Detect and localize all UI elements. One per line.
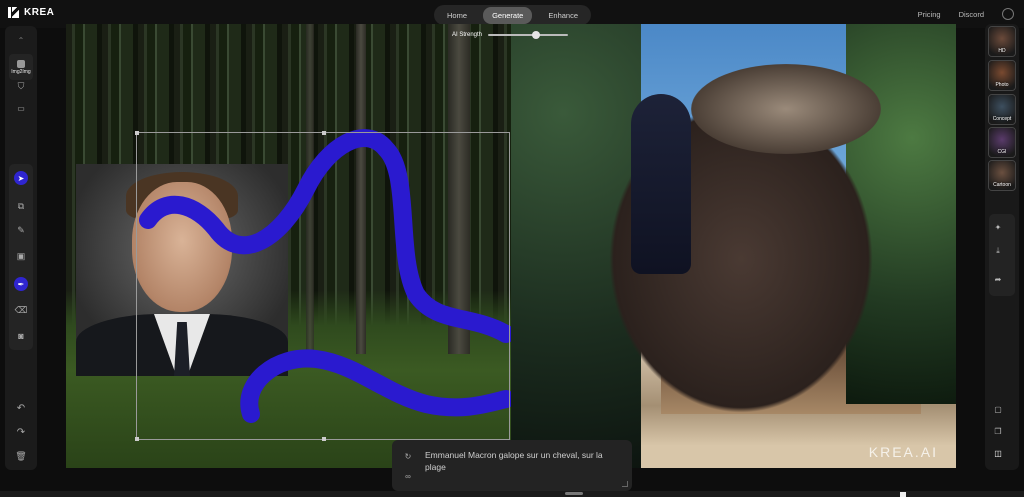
style-label: HD [998,48,1006,54]
ai-strength-slider[interactable] [488,31,569,39]
layout-split-button[interactable]: ◫ [993,448,1003,458]
bottom-bar [0,491,1024,497]
user-avatar[interactable] [1002,8,1014,20]
ai-strength-control: AI Strength [452,29,569,41]
brush-icon: ✎ [17,224,25,235]
app-logo[interactable]: KREA [8,7,54,18]
selection-handle[interactable] [135,131,139,135]
split-view-icon: ◫ [994,448,1002,458]
square-frame-icon: ▢ [994,404,1002,414]
video-tool-button[interactable]: ▭ [9,98,33,118]
ai-strength-slider-thumb[interactable] [532,31,541,39]
armored-rider [631,94,691,274]
scroll-indicator[interactable] [565,492,583,495]
selection-handle[interactable] [135,437,139,441]
prompt-box: ↻ ∞ Emmanuel Macron galope sur un cheval… [392,440,632,491]
upscale-button[interactable]: ✦ [993,222,1003,232]
redo-button[interactable]: ↷ [9,422,33,442]
krea-logo-icon [8,7,19,18]
shield-icon: ⛉ [17,80,25,91]
pricing-link[interactable]: Pricing [918,10,941,19]
undo-button[interactable]: ↶ [9,398,33,418]
right-style-panel: HD Photo Concept CGI Cartoon ✦ ⤓ ➦ ▢ ❐ ◫ [985,24,1019,470]
selection-box[interactable] [135,131,510,441]
delete-button[interactable]: 🗑 [9,446,33,466]
sparkle-icon: ✦ [994,222,1002,232]
style-hd[interactable]: HD [988,26,1016,57]
shield-tool-button[interactable]: ⛉ [9,76,33,96]
image-icon [17,59,25,68]
select-tool-button[interactable]: ➤ [9,168,33,188]
collapse-toolbar-button[interactable]: ⌃ [9,30,33,50]
resize-handle-icon[interactable] [622,481,628,487]
pen-tool-button[interactable]: ✒ [9,274,33,294]
tab-enhance[interactable]: Enhance [539,7,587,24]
cursor-arrow-icon: ➤ [14,171,28,185]
video-camera-icon: ▭ [17,103,25,113]
share-button[interactable]: ➦ [993,274,1003,284]
download-icon: ⤓ [996,246,1000,255]
chevron-up-icon: ⌃ [17,35,25,45]
style-label: CGI [997,149,1007,155]
picture-icon: ▣ [16,250,26,261]
style-concept[interactable]: Concept [988,94,1016,125]
layout-stack-button[interactable]: ❐ [993,426,1003,436]
ai-strength-label: AI Strength [452,32,483,38]
eraser-tool-button[interactable]: ⌫ [9,300,33,320]
tab-home[interactable]: Home [438,7,476,24]
style-photo[interactable]: Photo [988,60,1016,91]
style-label: Concept [992,116,1012,122]
share-icon: ➦ [994,274,1002,284]
download-button[interactable]: ⤓ [993,246,1003,256]
camera-tool-button[interactable]: ◙ [9,326,33,346]
mode-tabs: Home Generate Enhance [434,5,591,25]
img2img-label: Img2Img [11,68,31,75]
selection-handle[interactable] [322,131,326,135]
layout-single-button[interactable]: ▢ [993,404,1003,414]
style-label: Photo [995,82,1009,88]
style-cgi[interactable]: CGI [988,127,1016,158]
shapes-tool-button[interactable]: ⧉ [9,196,33,216]
tab-generate[interactable]: Generate [483,6,533,24]
link-icon[interactable]: ∞ [403,471,413,481]
discord-link[interactable]: Discord [959,10,984,19]
app-name: KREA [24,7,55,18]
bottom-marker [900,492,906,497]
canvas[interactable]: KREA.AI [66,24,956,468]
brush-tool-button[interactable]: ✎ [9,220,33,240]
eraser-icon: ⌫ [14,304,28,315]
image-tool-button[interactable]: ▣ [9,246,33,266]
horse-tail [691,64,881,154]
style-cartoon[interactable]: Cartoon [988,160,1016,191]
shapes-icon: ⧉ [17,200,25,211]
camera-icon: ◙ [18,331,24,341]
prompt-input[interactable]: Emmanuel Macron galope sur un cheval, su… [425,449,615,473]
krea-watermark: KREA.AI [868,444,938,460]
stack-icon: ❐ [994,426,1002,436]
generated-image: KREA.AI [511,24,956,468]
refresh-icon[interactable]: ↻ [403,451,413,461]
pen-icon: ✒ [14,277,28,291]
redo-icon: ↷ [16,426,26,438]
selection-handle[interactable] [322,437,326,441]
trash-icon: 🗑 [15,450,27,461]
left-toolbar: ⌃ Img2Img ⛉ ▭ ➤ ⧉ ✎ ▣ ✒ ⌫ ◙ ↶ ↷ 🗑 [5,26,37,470]
style-label: Cartoon [993,182,1011,188]
undo-icon: ↶ [16,402,26,414]
